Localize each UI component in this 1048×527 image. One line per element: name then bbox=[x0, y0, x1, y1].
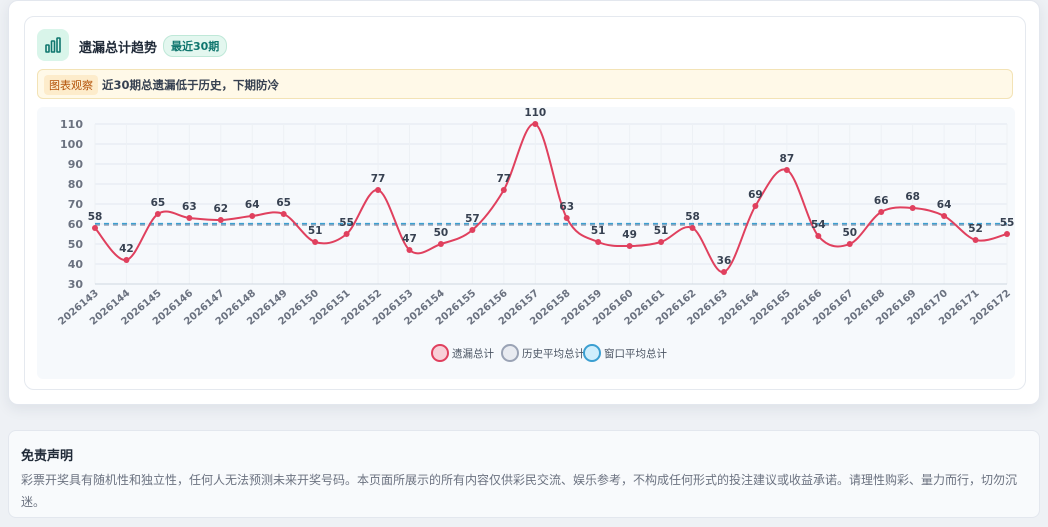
data-label: 63 bbox=[559, 201, 574, 213]
data-point[interactable] bbox=[123, 257, 130, 263]
data-label: 77 bbox=[497, 173, 512, 185]
data-label: 50 bbox=[434, 227, 449, 239]
y-tick-label: 90 bbox=[68, 158, 84, 171]
data-point[interactable] bbox=[783, 167, 790, 173]
data-label: 66 bbox=[874, 195, 889, 207]
legend-marker[interactable] bbox=[583, 344, 601, 362]
legend-marker[interactable] bbox=[501, 344, 519, 362]
disclaimer-text: 彩票开奖具有随机性和独立性，任何人无法预测未来开奖号码。本页面所展示的所有内容仅… bbox=[21, 473, 1018, 509]
legend-label[interactable]: 遗漏总计 bbox=[452, 347, 494, 360]
data-point[interactable] bbox=[595, 239, 602, 245]
card-title: 遗漏总计趋势 bbox=[79, 41, 158, 56]
insight-text: 近30期总遗漏低于历史，下期防冷 bbox=[102, 78, 280, 92]
data-label: 36 bbox=[717, 255, 732, 267]
y-tick-label: 40 bbox=[68, 258, 84, 271]
data-label: 49 bbox=[622, 229, 637, 241]
data-point[interactable] bbox=[406, 247, 413, 253]
disclaimer-title: 免责声明 bbox=[21, 449, 74, 464]
trend-chart: 3040506070809010011020261432026144202614… bbox=[57, 107, 1015, 362]
data-label: 57 bbox=[465, 213, 480, 225]
data-point[interactable] bbox=[972, 237, 979, 243]
data-point[interactable] bbox=[1004, 231, 1010, 237]
data-label: 69 bbox=[748, 189, 763, 201]
data-point[interactable] bbox=[92, 225, 98, 231]
data-label: 77 bbox=[371, 173, 386, 185]
y-tick-label: 100 bbox=[60, 138, 83, 151]
legend-label[interactable]: 窗口平均总计 bbox=[604, 347, 667, 360]
y-tick-label: 60 bbox=[68, 218, 84, 231]
data-point[interactable] bbox=[626, 243, 633, 249]
data-label: 62 bbox=[213, 203, 228, 215]
series-line-omission-total bbox=[94, 122, 1008, 274]
chart-insight: 图表观察 近30期总遗漏低于历史，下期防冷 bbox=[37, 69, 1013, 99]
period-badge: 最近30期 bbox=[163, 35, 228, 57]
data-label: 47 bbox=[402, 233, 417, 245]
data-point[interactable] bbox=[154, 211, 161, 217]
data-label: 54 bbox=[811, 219, 826, 231]
data-label: 110 bbox=[524, 107, 546, 119]
data-point[interactable] bbox=[437, 241, 444, 247]
data-point[interactable] bbox=[941, 213, 948, 219]
chart-area: 30 40 50 60 70 80 90 100 110 2026143 2026144 202614… bbox=[37, 107, 1015, 379]
data-label: 52 bbox=[968, 223, 983, 235]
disclaimer-panel: 免责声明 彩票开奖具有随机性和独立性，任何人无法预测未来开奖号码。本页面所展示的… bbox=[8, 430, 1040, 518]
data-point[interactable] bbox=[720, 269, 727, 275]
data-point[interactable] bbox=[249, 213, 256, 219]
data-label: 55 bbox=[1000, 217, 1015, 229]
data-point[interactable] bbox=[312, 239, 319, 245]
bar-chart-icon bbox=[37, 29, 69, 61]
data-label: 42 bbox=[119, 243, 134, 255]
data-point[interactable] bbox=[469, 227, 476, 233]
data-point[interactable] bbox=[878, 209, 885, 215]
data-label: 63 bbox=[182, 201, 197, 213]
y-tick-label: 30 bbox=[68, 278, 84, 291]
data-label: 51 bbox=[654, 225, 669, 237]
data-label: 50 bbox=[842, 227, 857, 239]
data-label: 65 bbox=[276, 197, 291, 209]
y-tick-label: 70 bbox=[68, 198, 84, 211]
data-point[interactable] bbox=[563, 215, 570, 221]
data-point[interactable] bbox=[532, 121, 539, 127]
data-label: 58 bbox=[685, 211, 700, 223]
y-tick-label: 110 bbox=[60, 118, 83, 131]
data-point[interactable] bbox=[846, 241, 853, 247]
y-tick-label: 50 bbox=[68, 238, 84, 251]
data-point[interactable] bbox=[217, 217, 224, 223]
data-label: 87 bbox=[780, 153, 795, 165]
data-point[interactable] bbox=[280, 211, 287, 217]
data-point[interactable] bbox=[186, 215, 193, 221]
data-point[interactable] bbox=[815, 233, 822, 239]
y-tick-label: 80 bbox=[68, 178, 84, 191]
data-label: 64 bbox=[245, 199, 260, 211]
data-point[interactable] bbox=[500, 187, 507, 193]
data-label: 58 bbox=[88, 211, 103, 223]
data-label: 51 bbox=[591, 225, 606, 237]
data-point[interactable] bbox=[752, 203, 759, 209]
data-label: 64 bbox=[937, 199, 952, 211]
insight-tag: 图表观察 bbox=[44, 75, 98, 95]
trend-panel: 遗漏总计趋势 最近30期 图表观察 近30期总遗漏低于历史，下期防冷 30 40 5… bbox=[8, 0, 1040, 405]
legend-label[interactable]: 历史平均总计 bbox=[522, 347, 585, 360]
trend-card: 遗漏总计趋势 最近30期 图表观察 近30期总遗漏低于历史，下期防冷 30 40 5… bbox=[24, 16, 1026, 390]
data-label: 51 bbox=[308, 225, 323, 237]
data-point[interactable] bbox=[909, 205, 916, 211]
data-label: 65 bbox=[151, 197, 166, 209]
data-point[interactable] bbox=[343, 231, 350, 237]
data-label: 55 bbox=[339, 217, 354, 229]
data-point[interactable] bbox=[658, 239, 665, 245]
data-point[interactable] bbox=[375, 187, 382, 193]
data-point[interactable] bbox=[689, 225, 696, 231]
data-label: 68 bbox=[905, 191, 920, 203]
legend-marker[interactable] bbox=[431, 344, 449, 362]
